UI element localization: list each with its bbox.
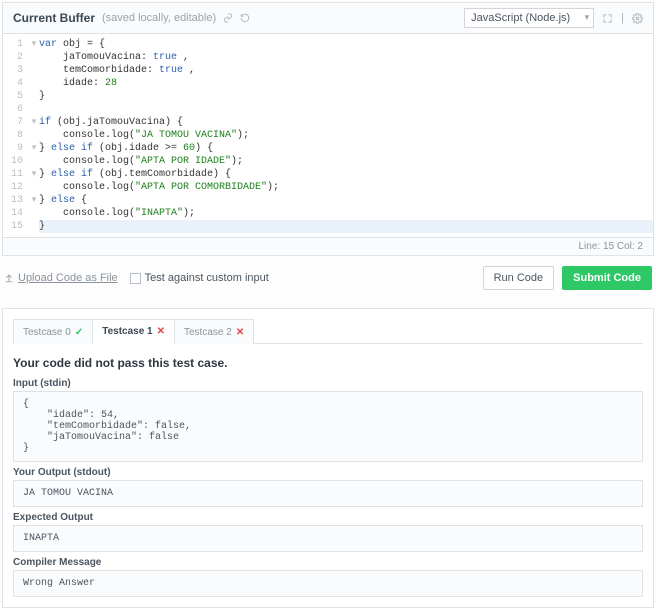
language-selected: JavaScript (Node.js) <box>471 12 570 24</box>
chevron-down-icon: ▾ <box>585 12 590 23</box>
upload-code-link[interactable]: Upload Code as File <box>4 272 118 284</box>
buffer-title: Current Buffer <box>13 11 95 25</box>
your-output-label: Your Output (stdout) <box>13 467 643 478</box>
language-select[interactable]: JavaScript (Node.js) ▾ <box>464 8 594 28</box>
fail-message: Your code did not pass this test case. <box>13 356 643 370</box>
link-icon[interactable] <box>223 13 233 23</box>
expected-output-label: Expected Output <box>13 512 643 523</box>
x-icon: ✕ <box>236 327 244 338</box>
buffer-subtitle: (saved locally, editable) <box>102 12 216 24</box>
editor-header: Current Buffer (saved locally, editable)… <box>3 3 653 34</box>
line-gutter: 123456789101112131415 <box>3 34 29 237</box>
upload-icon <box>4 273 14 283</box>
testcase-tabs: Testcase 0 ✓ Testcase 1 ✕ Testcase 2 ✕ <box>13 319 643 344</box>
testcase-tab-2[interactable]: Testcase 2 ✕ <box>174 319 254 344</box>
input-label: Input (stdin) <box>13 378 643 389</box>
upload-label: Upload Code as File <box>18 272 118 284</box>
tab-label: Testcase 0 <box>23 327 71 338</box>
custom-input-label: Test against custom input <box>145 272 269 284</box>
code-editor: Current Buffer (saved locally, editable)… <box>2 2 654 256</box>
fullscreen-icon[interactable] <box>602 13 613 24</box>
editor-status: Line: 15 Col: 2 <box>3 237 653 255</box>
gear-icon[interactable] <box>632 13 643 24</box>
reset-icon[interactable] <box>240 13 250 23</box>
divider: | <box>621 12 624 24</box>
check-icon: ✓ <box>75 327 83 338</box>
compiler-box: Wrong Answer <box>13 570 643 597</box>
run-code-button[interactable]: Run Code <box>483 266 555 290</box>
code-area[interactable]: 123456789101112131415 ▾▾▾▾▾ var obj = { … <box>3 34 653 237</box>
submit-code-button[interactable]: Submit Code <box>562 266 652 290</box>
testcase-tab-0[interactable]: Testcase 0 ✓ <box>13 319 93 344</box>
results-panel: Testcase 0 ✓ Testcase 1 ✕ Testcase 2 ✕ Your c… <box>2 308 654 608</box>
input-box: { "idade": 54, "temComorbidade": false, … <box>13 391 643 462</box>
actions-row: Upload Code as File Test against custom … <box>2 256 654 308</box>
testcase-tab-1[interactable]: Testcase 1 ✕ <box>92 319 175 344</box>
code-lines[interactable]: var obj = { jaTomouVacina: true , temCom… <box>39 34 653 237</box>
your-output-box: JA TOMOU VACINA <box>13 480 643 507</box>
custom-input-checkbox[interactable]: Test against custom input <box>130 272 269 284</box>
fold-column: ▾▾▾▾▾ <box>29 34 39 237</box>
tab-label: Testcase 1 <box>102 326 152 337</box>
compiler-label: Compiler Message <box>13 557 643 568</box>
checkbox-icon[interactable] <box>130 273 141 284</box>
tab-label: Testcase 2 <box>184 327 232 338</box>
expected-output-box: INAPTA <box>13 525 643 552</box>
x-icon: ✕ <box>157 326 165 337</box>
